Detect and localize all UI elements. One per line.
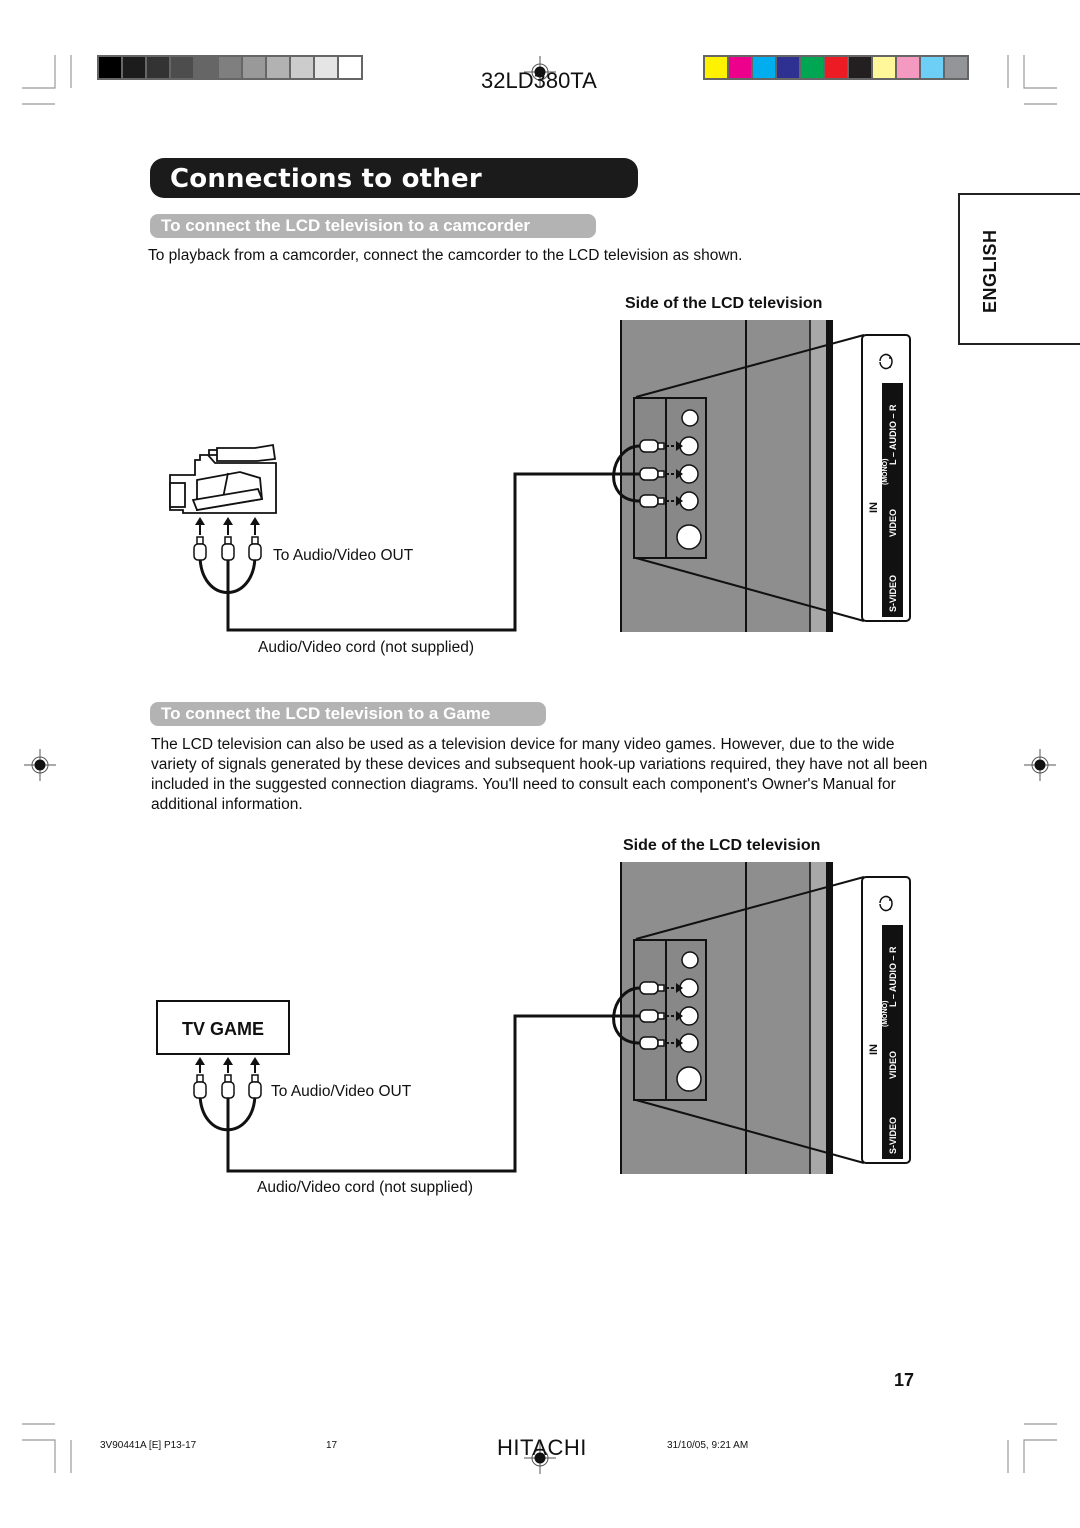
svideo-label: S-VIDEO bbox=[888, 575, 898, 612]
cord-label: Audio/Video cord (not supplied) bbox=[257, 1179, 473, 1196]
color-swatch bbox=[291, 57, 313, 78]
page-number: 17 bbox=[894, 1370, 915, 1390]
color-swatch bbox=[171, 57, 193, 78]
color-swatch bbox=[801, 57, 823, 78]
video-label: VIDEO bbox=[888, 509, 898, 537]
svideo-label: S-VIDEO bbox=[888, 1117, 898, 1154]
output-label: To Audio/Video OUT bbox=[273, 547, 414, 564]
video-label: VIDEO bbox=[888, 1051, 898, 1079]
tv-side-label: Side of the LCD television bbox=[623, 837, 821, 854]
language-label: ENGLISH bbox=[980, 229, 1000, 313]
tv-side-label: Side of the LCD television bbox=[625, 295, 823, 312]
color-swatch bbox=[897, 57, 919, 78]
color-swatch bbox=[825, 57, 847, 78]
registration-mark-icon bbox=[24, 749, 56, 781]
section-heading-game: To connect the LCD television to a Game bbox=[150, 702, 546, 726]
model-number: 32LD380TA bbox=[481, 68, 597, 93]
color-swatch bbox=[777, 57, 799, 78]
jack-svideo bbox=[676, 1066, 702, 1092]
jack-panel bbox=[633, 939, 707, 1101]
mono-label: (MONO) bbox=[882, 459, 889, 485]
color-swatch bbox=[873, 57, 895, 78]
color-swatch bbox=[267, 57, 289, 78]
page-title: Connections to other equipment bbox=[150, 158, 638, 236]
color-swatch bbox=[705, 57, 727, 78]
footer-page: 17 bbox=[326, 1440, 338, 1451]
color-swatch bbox=[219, 57, 241, 78]
color-swatch bbox=[195, 57, 217, 78]
jack-top bbox=[681, 951, 699, 969]
footer-doc-code: 3V90441A [E] P13-17 bbox=[100, 1440, 197, 1451]
color-swatch bbox=[99, 57, 121, 78]
jack-svideo bbox=[676, 524, 702, 550]
color-swatch bbox=[753, 57, 775, 78]
process-color-bar bbox=[703, 55, 969, 80]
section-body-camcorder: To playback from a camcorder, connect th… bbox=[148, 247, 743, 264]
color-swatch bbox=[849, 57, 871, 78]
jack-top bbox=[681, 409, 699, 427]
registration-mark-icon bbox=[1024, 749, 1056, 781]
color-swatch bbox=[729, 57, 751, 78]
rca-plugs-device bbox=[193, 517, 262, 561]
output-label: To Audio/Video OUT bbox=[271, 1083, 412, 1100]
tv-game-device-box: TV GAME bbox=[156, 1000, 290, 1055]
mono-label: (MONO) bbox=[882, 1001, 889, 1027]
audio-label: L – AUDIO – R bbox=[888, 404, 898, 465]
color-swatch bbox=[945, 57, 967, 78]
in-label: IN bbox=[868, 1044, 880, 1055]
section-body-game: The LCD television can also be used as a… bbox=[151, 736, 928, 813]
color-swatch bbox=[339, 57, 361, 78]
rca-plugs-device bbox=[193, 1057, 262, 1099]
color-swatch bbox=[315, 57, 337, 78]
footer-timestamp: 31/10/05, 9:21 AM bbox=[667, 1440, 749, 1451]
camcorder-icon bbox=[169, 443, 277, 514]
color-swatch bbox=[123, 57, 145, 78]
in-label: IN bbox=[868, 502, 880, 513]
grayscale-color-bar bbox=[97, 55, 363, 80]
jack-panel bbox=[633, 397, 707, 559]
section-heading-camcorder: To connect the LCD television to a camco… bbox=[150, 214, 596, 238]
color-swatch bbox=[147, 57, 169, 78]
cord-label: Audio/Video cord (not supplied) bbox=[258, 639, 474, 656]
camcorder-connection-diagram: L – AUDIO – R VIDEO S-VIDEO (MONO) IN bbox=[169, 320, 911, 632]
brand-logo: HITACHI bbox=[497, 1435, 587, 1460]
audio-label: L – AUDIO – R bbox=[888, 946, 898, 1007]
color-swatch bbox=[243, 57, 265, 78]
language-tab: ENGLISH bbox=[958, 193, 1080, 345]
color-swatch bbox=[921, 57, 943, 78]
